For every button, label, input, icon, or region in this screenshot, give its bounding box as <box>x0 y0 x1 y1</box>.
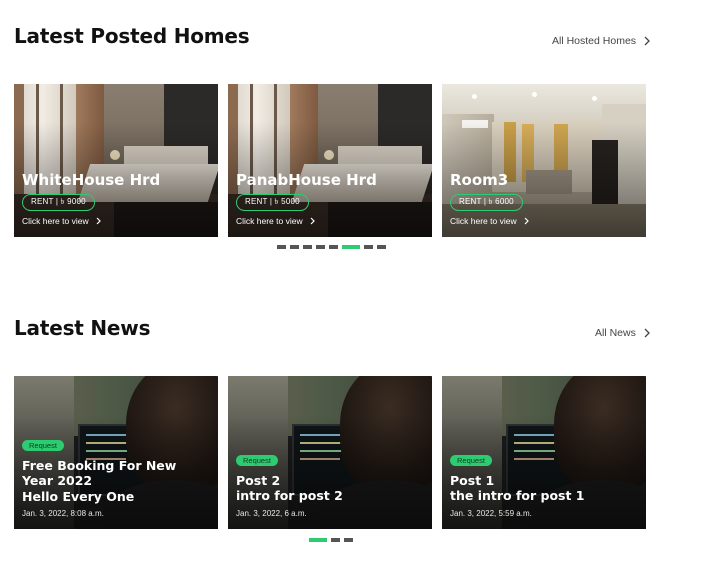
carousel-dot[interactable] <box>290 245 299 249</box>
all-news-label: All News <box>595 327 636 339</box>
home-card[interactable]: PanabHouse Hrd RENT | ৳ 5000 Click here … <box>228 84 432 237</box>
news-title: Post 2 intro for post 2 <box>236 473 424 504</box>
home-card[interactable]: WhiteHouse Hrd RENT | ৳ 9000 Click here … <box>14 84 218 237</box>
news-title-line: Free Booking For New Year 2022 <box>22 458 177 489</box>
chevron-right-icon <box>644 36 650 46</box>
all-news-link[interactable]: All News <box>595 327 652 339</box>
carousel-dot[interactable] <box>342 245 360 249</box>
price-badge: RENT | ৳ 9000 <box>22 193 95 211</box>
home-card[interactable]: Room3 RENT | ৳ 6000 Click here to view <box>442 84 646 237</box>
view-home-label: Click here to view <box>450 215 517 226</box>
news-subtitle-line: the intro for post 1 <box>450 488 585 504</box>
view-home-link[interactable]: Click here to view <box>450 216 638 226</box>
carousel-dot[interactable] <box>377 245 386 249</box>
all-hosted-homes-label: All Hosted Homes <box>552 35 637 47</box>
price-badge: RENT | ৳ 6000 <box>450 193 523 211</box>
news-carousel-pagination <box>309 538 353 542</box>
category-tag: Request <box>236 455 278 466</box>
home-title: Room3 <box>450 171 509 189</box>
carousel-dot[interactable] <box>277 245 286 249</box>
homes-carousel-pagination <box>277 245 386 249</box>
homes-section-title: Latest Posted Homes <box>14 24 250 48</box>
news-subtitle-line: Hello Every One <box>22 488 135 504</box>
carousel-dot[interactable] <box>329 245 338 249</box>
chevron-right-icon <box>644 328 650 338</box>
news-title: Free Booking For New Year 2022 Hello Eve… <box>22 458 210 504</box>
news-date: Jan. 3, 2022, 6 a.m. <box>236 508 307 518</box>
carousel-dot[interactable] <box>364 245 373 249</box>
news-date: Jan. 3, 2022, 8:08 a.m. <box>22 508 104 518</box>
news-title: Post 1 the intro for post 1 <box>450 473 638 504</box>
price-badge: RENT | ৳ 5000 <box>236 193 309 211</box>
view-home-label: Click here to view <box>236 215 303 226</box>
chevron-right-icon <box>310 217 315 224</box>
category-tag: Request <box>450 455 492 466</box>
chevron-right-icon <box>524 217 529 224</box>
all-hosted-homes-link[interactable]: All Hosted Homes <box>552 35 652 47</box>
home-title: WhiteHouse Hrd <box>22 171 161 189</box>
carousel-dot[interactable] <box>303 245 312 249</box>
news-date: Jan. 3, 2022, 5:59 a.m. <box>450 508 532 518</box>
news-subtitle-line: intro for post 2 <box>236 488 343 504</box>
carousel-dot[interactable] <box>316 245 325 249</box>
view-home-link[interactable]: Click here to view <box>236 216 424 226</box>
home-title: PanabHouse Hrd <box>236 171 377 189</box>
carousel-dot[interactable] <box>344 538 353 542</box>
category-tag: Request <box>22 440 64 451</box>
chevron-right-icon <box>96 217 101 224</box>
view-home-label: Click here to view <box>22 215 89 226</box>
carousel-dot[interactable] <box>331 538 340 542</box>
news-title-line: Post 2 <box>236 473 281 488</box>
news-title-line: Post 1 <box>450 473 495 488</box>
news-card[interactable]: Request Post 2 intro for post 2 Jan. 3, … <box>228 376 432 529</box>
news-section-title: Latest News <box>14 316 151 340</box>
carousel-dot[interactable] <box>309 538 327 542</box>
news-card[interactable]: Request Post 1 the intro for post 1 Jan.… <box>442 376 646 529</box>
view-home-link[interactable]: Click here to view <box>22 216 210 226</box>
news-card[interactable]: Request Free Booking For New Year 2022 H… <box>14 376 218 529</box>
